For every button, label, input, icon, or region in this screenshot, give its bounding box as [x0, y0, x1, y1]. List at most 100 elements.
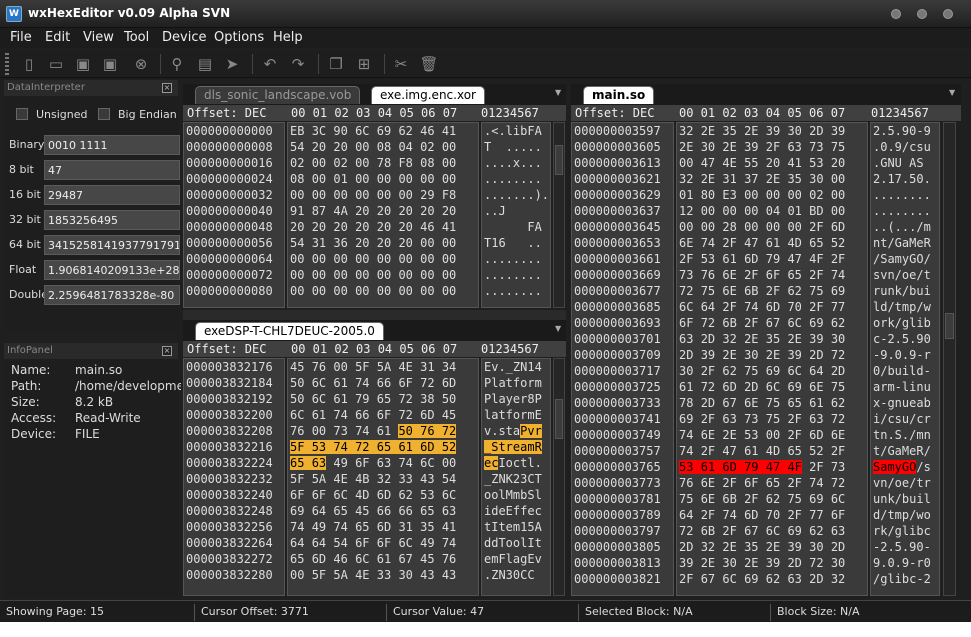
hex-byte[interactable]: F8 — [398, 156, 420, 170]
hex-byte[interactable]: 00 — [377, 188, 399, 202]
hex-byte[interactable]: 6D — [377, 488, 399, 502]
hex-byte[interactable]: EB — [290, 124, 312, 138]
menu-edit[interactable]: Edit — [45, 30, 70, 45]
hex-byte[interactable]: 61 — [333, 376, 355, 390]
hex-byte[interactable]: 78 — [377, 156, 399, 170]
minimize-button[interactable] — [891, 9, 901, 19]
hex-byte[interactable]: 39 — [831, 124, 845, 138]
hex-byte[interactable]: 65 — [766, 476, 788, 490]
hex-row[interactable]: 75 6E 6B 2F 62 75 69 6C — [679, 491, 867, 507]
hex-byte[interactable]: 00 — [787, 188, 809, 202]
hex-byte[interactable]: 30 — [787, 124, 809, 138]
hex-byte[interactable]: 70 — [766, 508, 788, 522]
hex-byte[interactable]: 77 — [831, 300, 845, 314]
hex-byte[interactable]: 01 — [787, 204, 809, 218]
scroll-thumb[interactable] — [555, 145, 563, 175]
hex-row[interactable]: 2F 53 61 6D 79 47 4F 2F — [679, 251, 867, 267]
hex-byte[interactable]: 31 — [312, 236, 334, 250]
hex-row[interactable]: 6C 61 74 66 6F 72 6D 45 — [290, 407, 478, 423]
hex-byte[interactable]: 2F — [809, 268, 831, 282]
hex-byte[interactable]: 2F — [831, 444, 845, 458]
hex-byte[interactable]: 61 — [312, 408, 334, 422]
hex-byte[interactable]: 67 — [398, 552, 420, 566]
hex-byte[interactable]: 39 — [701, 348, 723, 362]
hex-byte[interactable]: F8 — [442, 188, 456, 202]
hex-byte[interactable]: 00 — [420, 236, 442, 250]
hex-byte[interactable]: 2E — [701, 172, 723, 186]
cut-icon[interactable]: ✂ — [391, 55, 411, 73]
hex-byte[interactable]: 72 — [679, 524, 701, 538]
hex-byte[interactable]: 6F — [355, 456, 377, 470]
hex-row[interactable]: 2E 30 2E 39 2F 63 73 75 — [679, 139, 867, 155]
ascii-row[interactable]: 2.5.90-9 — [873, 123, 939, 139]
hex-byte[interactable]: 00 — [420, 172, 442, 186]
pane2-scrollbar[interactable] — [553, 358, 565, 596]
hex-byte[interactable]: 2F — [831, 252, 845, 266]
hex-byte[interactable]: 00 — [420, 268, 442, 282]
hex-byte[interactable]: 55 — [744, 156, 766, 170]
hex-row[interactable]: 5F 5A 4E 4B 32 33 43 54 — [290, 471, 478, 487]
hex-byte[interactable]: 62 — [766, 492, 788, 506]
hex-byte[interactable]: 69 — [831, 284, 845, 298]
ascii-row[interactable]: _ZNK23CT — [484, 471, 550, 487]
ascii-row[interactable]: -9.0.9-r — [873, 347, 939, 363]
hex-byte[interactable]: 02 — [420, 140, 442, 154]
hex-byte[interactable]: 65 — [376, 440, 399, 454]
hex-byte[interactable]: 74 — [333, 408, 355, 422]
hex-byte[interactable]: 5F — [290, 440, 312, 454]
hex-byte[interactable]: 2F — [744, 492, 766, 506]
hex-byte[interactable]: 30 — [679, 364, 701, 378]
hex-byte[interactable]: 65 — [333, 504, 355, 518]
hex-byte[interactable]: 45 — [355, 504, 377, 518]
hex-byte[interactable]: 00 — [744, 188, 766, 202]
ascii-row[interactable]: .0.9/csu — [873, 139, 939, 155]
hex-byte[interactable]: 2E — [701, 124, 723, 138]
hex-byte[interactable]: 00 — [744, 204, 766, 218]
hex-byte[interactable]: 41 — [442, 220, 456, 234]
hex-byte[interactable]: 72 — [355, 440, 377, 454]
hex-byte[interactable]: 46 — [333, 552, 355, 566]
hex-byte[interactable]: 00 — [766, 428, 788, 442]
hex-byte[interactable]: 00 — [679, 220, 701, 234]
hex-byte[interactable]: 2F — [809, 460, 831, 474]
hex-byte[interactable]: 74 — [809, 476, 831, 490]
hex-byte[interactable]: 75 — [679, 492, 701, 506]
hex-byte[interactable]: 2F — [766, 140, 788, 154]
hex-byte[interactable]: 30 — [722, 556, 744, 570]
hex-byte[interactable]: 67 — [744, 524, 766, 538]
hex-byte[interactable]: 47 — [765, 460, 788, 474]
hex-byte[interactable]: 6D — [831, 220, 845, 234]
hex-byte[interactable]: 2E — [766, 348, 788, 362]
hex-byte[interactable]: 00 — [312, 424, 334, 438]
hex-byte[interactable]: 72 — [398, 408, 420, 422]
hex-byte[interactable]: 62 — [831, 396, 845, 410]
hex-byte[interactable]: 4F — [809, 252, 831, 266]
hex-byte[interactable]: 6F — [377, 536, 399, 550]
hex-byte[interactable]: 30 — [831, 556, 845, 570]
hex-byte[interactable]: 3C — [312, 124, 334, 138]
ascii-row[interactable]: ..(.../m — [873, 219, 939, 235]
16bit-value[interactable]: 29487 — [44, 185, 180, 205]
hex-byte[interactable]: 64 — [701, 300, 723, 314]
hex-byte[interactable]: 4D — [355, 488, 377, 502]
hex-byte[interactable]: 75 — [744, 364, 766, 378]
hex-byte[interactable]: 2F — [744, 316, 766, 330]
hex-byte[interactable]: 00 — [398, 188, 420, 202]
hex-byte[interactable]: 08 — [420, 156, 442, 170]
ascii-row[interactable]: FA — [484, 219, 550, 235]
hex-byte[interactable]: 2E — [766, 172, 788, 186]
hex-byte[interactable]: 20 — [398, 204, 420, 218]
hex-byte[interactable]: 67 — [722, 396, 744, 410]
hex-byte[interactable]: 2E — [787, 332, 809, 346]
ascii-row[interactable]: ........ — [873, 203, 939, 219]
hex-row[interactable]: 20 20 20 20 20 20 46 41 — [290, 219, 478, 235]
ascii-row[interactable]: ecIoctl. — [484, 455, 550, 471]
ascii-row[interactable]: .<.libFA — [484, 123, 550, 139]
hex-row[interactable]: 54 20 20 00 08 04 02 00 — [290, 139, 478, 155]
hex-byte[interactable]: 65 — [809, 236, 831, 250]
ascii-row[interactable]: 2.17.50. — [873, 171, 939, 187]
ascii-row[interactable]: 9.0.9-r0 — [873, 555, 939, 571]
hex-byte[interactable]: 76 — [679, 476, 701, 490]
hex-byte[interactable]: 00 — [290, 284, 312, 298]
hex-byte[interactable]: 00 — [398, 268, 420, 282]
